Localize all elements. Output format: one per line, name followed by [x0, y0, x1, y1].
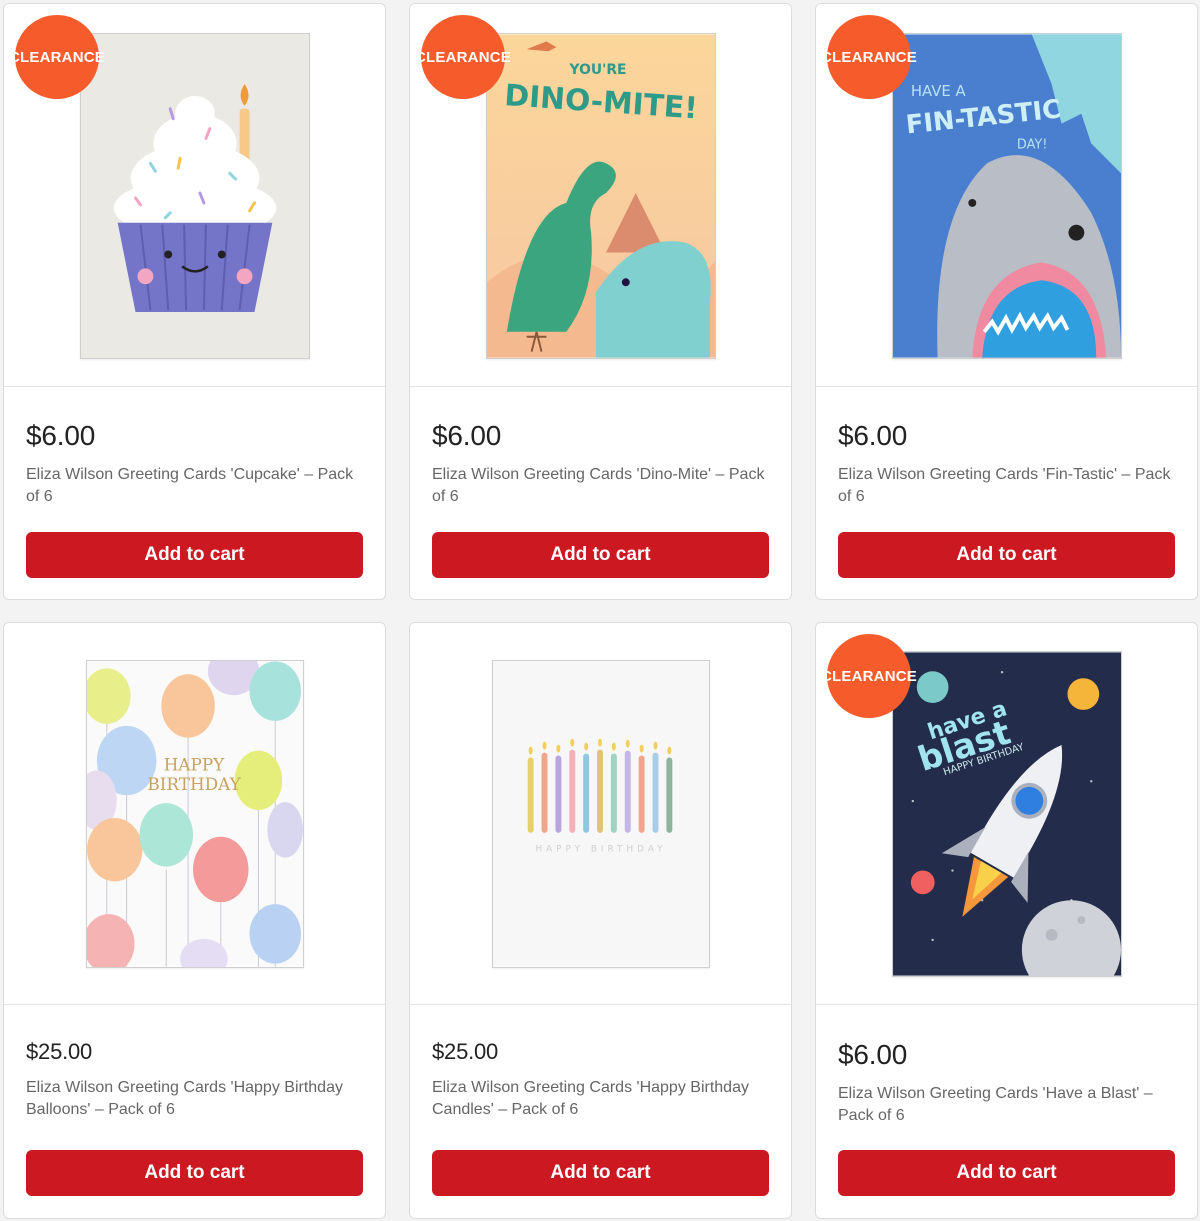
product-price: $6.00 — [26, 420, 96, 451]
product-image-area[interactable]: CLEARANCE — [4, 4, 385, 387]
clearance-badge: CLEARANCE — [9, 15, 105, 99]
dino-art-text-top: YOU'RE — [569, 62, 627, 78]
dino-mite-card-image[interactable]: YOU'RE DINO-MITE! — [486, 33, 716, 359]
balloons-art-text-1: HAPPY — [164, 754, 225, 774]
product-card: HAPPY BIRTHDAY $25.00 Eliza Wilson Greet… — [3, 622, 386, 1219]
product-price: $6.00 — [838, 420, 908, 451]
product-card: HAPPY BIRTHDAY $25.00 Eliza Wilson Greet… — [409, 622, 792, 1219]
clearance-badge-label: CLEARANCE — [9, 48, 105, 66]
balloons-art-text-2: BIRTHDAY — [147, 774, 241, 794]
product-grid: CLEARANCE $6.00 Eliza Wilson Greeting Ca… — [0, 0, 1200, 1221]
product-price: $6.00 — [838, 1039, 908, 1070]
product-card: have a blast HAPPY BIRTHDAY CLEARANCE $6… — [815, 622, 1198, 1219]
add-to-cart-button[interactable]: Add to cart — [432, 532, 769, 578]
shark-card-image[interactable]: HAVE A FIN-TASTIC DAY! — [892, 33, 1122, 359]
clearance-badge: CLEARANCE — [415, 15, 511, 99]
rocket-card-image[interactable]: have a blast HAPPY BIRTHDAY — [892, 651, 1122, 977]
add-to-cart-button[interactable]: Add to cart — [838, 532, 1175, 578]
product-price: $6.00 — [432, 420, 502, 451]
shark-art-text-1: HAVE A — [911, 82, 967, 100]
add-to-cart-button[interactable]: Add to cart — [26, 532, 363, 578]
product-card: YOU'RE DINO-MITE! CLEARANCE $6.00 Eliza … — [409, 3, 792, 600]
clearance-badge-label: CLEARANCE — [821, 667, 917, 685]
product-price: $25.00 — [432, 1039, 499, 1064]
add-to-cart-button[interactable]: Add to cart — [432, 1150, 769, 1196]
product-title[interactable]: Eliza Wilson Greeting Cards 'Dino-Mite' … — [432, 464, 769, 508]
product-title[interactable]: Eliza Wilson Greeting Cards 'Fin-Tastic'… — [838, 464, 1175, 508]
clearance-badge-label: CLEARANCE — [415, 48, 511, 66]
clearance-badge: CLEARANCE — [821, 634, 917, 718]
product-card: HAVE A FIN-TASTIC DAY! CLEARANCE $6.00 E… — [815, 3, 1198, 600]
candles-card-image[interactable]: HAPPY BIRTHDAY — [492, 660, 710, 968]
clearance-badge: CLEARANCE — [821, 15, 917, 99]
product-title[interactable]: Eliza Wilson Greeting Cards 'Have a Blas… — [838, 1083, 1175, 1127]
add-to-cart-button[interactable]: Add to cart — [26, 1150, 363, 1196]
product-image-area[interactable]: YOU'RE DINO-MITE! CLEARANCE — [410, 4, 791, 387]
product-price: $25.00 — [26, 1039, 93, 1064]
product-image-area[interactable]: HAVE A FIN-TASTIC DAY! CLEARANCE — [816, 4, 1197, 387]
candles-art-text: HAPPY BIRTHDAY — [535, 845, 666, 855]
cupcake-card-image[interactable] — [80, 33, 310, 359]
balloons-card-image[interactable]: HAPPY BIRTHDAY — [86, 660, 304, 968]
product-title[interactable]: Eliza Wilson Greeting Cards 'Cupcake' – … — [26, 464, 363, 508]
add-to-cart-button[interactable]: Add to cart — [838, 1150, 1175, 1196]
product-image-area[interactable]: HAPPY BIRTHDAY — [410, 623, 791, 1005]
product-title[interactable]: Eliza Wilson Greeting Cards 'Happy Birth… — [26, 1077, 363, 1121]
product-title[interactable]: Eliza Wilson Greeting Cards 'Happy Birth… — [432, 1077, 769, 1121]
product-image-area[interactable]: HAPPY BIRTHDAY — [4, 623, 385, 1005]
clearance-badge-label: CLEARANCE — [821, 48, 917, 66]
product-image-area[interactable]: have a blast HAPPY BIRTHDAY CLEARANCE — [816, 623, 1197, 1005]
shark-art-text-3: DAY! — [1017, 137, 1048, 152]
product-card: CLEARANCE $6.00 Eliza Wilson Greeting Ca… — [3, 3, 386, 600]
